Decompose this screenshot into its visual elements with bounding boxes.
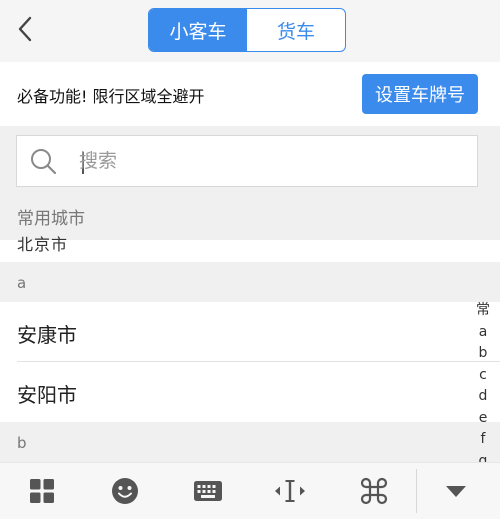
emoji-icon xyxy=(112,478,138,504)
promo-text: 必备功能! 限行区域全避开 xyxy=(17,87,205,106)
city-name: 安康市 xyxy=(17,323,77,347)
index-letter-a[interactable]: a xyxy=(472,322,494,344)
common-cities-header: 常用城市 xyxy=(0,200,500,240)
set-plate-button[interactable]: 设置车牌号 xyxy=(362,74,478,114)
index-letter-e[interactable]: e xyxy=(472,408,494,430)
keyboard-icon xyxy=(194,481,222,501)
search-area xyxy=(0,126,500,200)
toolbar-divider xyxy=(416,469,417,513)
chevron-left-icon xyxy=(18,16,32,42)
vehicle-type-switch: 小客车 货车 xyxy=(148,8,346,52)
cursor-icon xyxy=(275,480,305,502)
tab-small-car[interactable]: 小客车 xyxy=(149,9,247,51)
emoji-button[interactable] xyxy=(105,471,145,511)
section-header-b: b xyxy=(0,422,500,462)
city-row[interactable]: 安阳市 xyxy=(0,362,500,422)
search-input[interactable] xyxy=(79,144,459,178)
keyboard-button[interactable] xyxy=(188,471,228,511)
index-letter-f[interactable]: f xyxy=(472,429,494,451)
tab-truck[interactable]: 货车 xyxy=(247,9,345,51)
grid-button[interactable] xyxy=(22,471,62,511)
city-row[interactable]: 安康市 xyxy=(0,302,500,362)
index-letter-b[interactable]: b xyxy=(472,343,494,365)
index-letter-g[interactable]: g xyxy=(472,451,494,463)
common-cities-cut-text: 北京市 xyxy=(17,235,69,254)
index-letter-c[interactable]: c xyxy=(472,365,494,387)
alphabet-index: 常 a b c d e f g xyxy=(472,300,494,462)
command-icon xyxy=(360,477,388,505)
city-name: 安阳市 xyxy=(17,383,77,407)
section-header-a: a xyxy=(0,262,500,302)
back-button[interactable] xyxy=(10,12,40,46)
cursor-button[interactable] xyxy=(270,471,310,511)
index-letter-d[interactable]: d xyxy=(472,386,494,408)
collapse-icon xyxy=(446,486,466,497)
common-cities-strip: 北京市 xyxy=(0,235,500,262)
index-letter-common[interactable]: 常 xyxy=(472,300,494,322)
top-header: 小客车 货车 xyxy=(0,0,500,62)
command-button[interactable] xyxy=(354,471,394,511)
search-icon xyxy=(31,149,57,175)
promo-bar: 必备功能! 限行区域全避开 设置车牌号 xyxy=(0,62,500,126)
keyboard-toolbar xyxy=(0,462,500,519)
search-box[interactable] xyxy=(16,135,478,187)
grid-icon xyxy=(30,479,54,503)
collapse-keyboard-button[interactable] xyxy=(436,471,476,511)
